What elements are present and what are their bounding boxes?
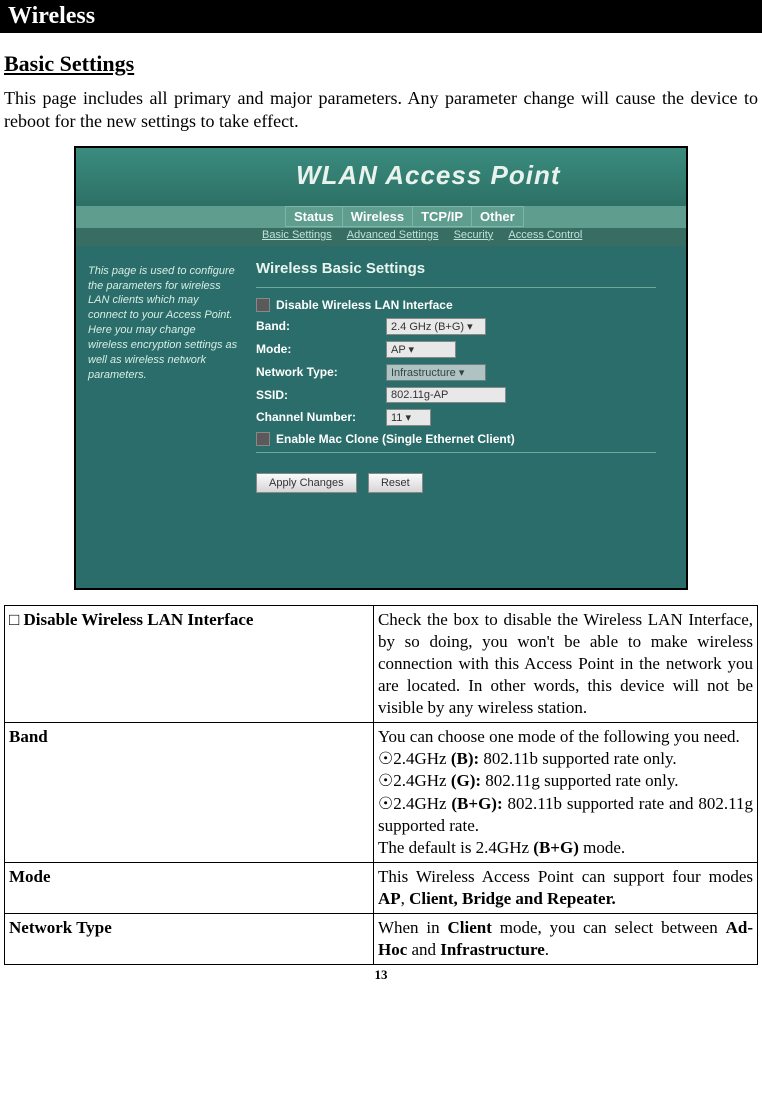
mode-label: Mode:	[256, 342, 386, 356]
bullet-icon: ☉	[378, 771, 393, 790]
bullet-icon: ☉	[378, 749, 393, 768]
param-label-cell: □ Disable Wireless LAN Interface	[5, 605, 374, 722]
channel-label: Channel Number:	[256, 410, 386, 424]
table-row: Mode This Wireless Access Point can supp…	[5, 862, 758, 913]
sidebar-help-text: This page is used to configure the param…	[88, 264, 238, 383]
app-title: WLAN Access Point	[296, 160, 561, 191]
param-label: Disable Wireless LAN Interface	[24, 610, 254, 629]
subtab-access-control[interactable]: Access Control	[502, 228, 588, 242]
page-header-title: Wireless	[8, 3, 95, 29]
table-row: Network Type When in Client mode, you ca…	[5, 914, 758, 965]
param-desc-line: ☉2.4GHz (G): 802.11g supported rate only…	[378, 770, 753, 792]
divider	[256, 452, 656, 453]
ssid-label: SSID:	[256, 388, 386, 402]
divider	[256, 287, 656, 288]
param-desc-cell: This Wireless Access Point can support f…	[373, 862, 757, 913]
param-desc-cell: Check the box to disable the Wireless LA…	[373, 605, 757, 722]
network-type-select[interactable]: Infrastructure ▾	[386, 364, 486, 381]
disable-wlan-checkbox[interactable]	[256, 298, 270, 312]
form-title: Wireless Basic Settings	[256, 260, 656, 277]
param-desc: Check the box to disable the Wireless LA…	[378, 610, 753, 717]
param-desc-line: ☉2.4GHz (B): 802.11b supported rate only…	[378, 748, 753, 770]
param-desc-intro: You can choose one mode of the following…	[378, 726, 753, 748]
tab-other[interactable]: Other	[471, 206, 524, 227]
param-label-cell: Mode	[5, 862, 374, 913]
apply-button[interactable]: Apply Changes	[256, 473, 357, 493]
app-body: This page is used to configure the param…	[76, 246, 686, 588]
mac-clone-label: Enable Mac Clone (Single Ethernet Client…	[276, 432, 515, 446]
screenshot-container: WLAN Access Point StatusWirelessTCP/IPOt…	[0, 146, 762, 595]
subtab-advanced-settings[interactable]: Advanced Settings	[341, 228, 445, 242]
param-label: Band	[9, 727, 48, 746]
channel-select[interactable]: 11 ▾	[386, 409, 431, 426]
intro-text: This page includes all primary and major…	[4, 87, 758, 134]
param-label: Network Type	[9, 918, 112, 937]
param-label-cell: Band	[5, 723, 374, 863]
page-header: Wireless	[0, 0, 762, 33]
network-type-label: Network Type:	[256, 365, 386, 379]
tab-tcpip[interactable]: TCP/IP	[412, 206, 472, 227]
param-label-cell: Network Type	[5, 914, 374, 965]
tab-wireless[interactable]: Wireless	[342, 206, 413, 227]
param-label: Mode	[9, 867, 51, 886]
table-row: Band You can choose one mode of the foll…	[5, 723, 758, 863]
band-select[interactable]: 2.4 GHz (B+G) ▾	[386, 318, 486, 335]
ssid-input[interactable]	[386, 387, 506, 403]
settings-form: Wireless Basic Settings Disable Wireless…	[256, 260, 656, 493]
section-title: Basic Settings	[4, 51, 758, 77]
checkbox-glyph: □	[9, 610, 24, 629]
app-screenshot: WLAN Access Point StatusWirelessTCP/IPOt…	[74, 146, 688, 590]
subtab-basic-settings[interactable]: Basic Settings	[256, 228, 338, 242]
parameters-table: □ Disable Wireless LAN Interface Check t…	[4, 605, 758, 965]
tab-status[interactable]: Status	[285, 206, 343, 227]
sub-tabs: Basic Settings Advanced Settings Securit…	[76, 228, 686, 246]
page-number: 13	[0, 967, 762, 983]
param-desc-default: The default is 2.4GHz (B+G) mode.	[378, 837, 753, 859]
app-banner: WLAN Access Point	[76, 148, 686, 206]
param-desc-line: ☉2.4GHz (B+G): 802.11b supported rate an…	[378, 793, 753, 837]
disable-wlan-label: Disable Wireless LAN Interface	[276, 298, 453, 312]
mac-clone-checkbox[interactable]	[256, 432, 270, 446]
mode-select[interactable]: AP ▾	[386, 341, 456, 358]
bullet-icon: ☉	[378, 794, 393, 813]
param-desc-cell: You can choose one mode of the following…	[373, 723, 757, 863]
subtab-security[interactable]: Security	[448, 228, 500, 242]
band-label: Band:	[256, 319, 386, 333]
table-row: □ Disable Wireless LAN Interface Check t…	[5, 605, 758, 722]
param-desc-cell: When in Client mode, you can select betw…	[373, 914, 757, 965]
reset-button[interactable]: Reset	[368, 473, 423, 493]
main-tabs: StatusWirelessTCP/IPOther	[76, 206, 686, 228]
